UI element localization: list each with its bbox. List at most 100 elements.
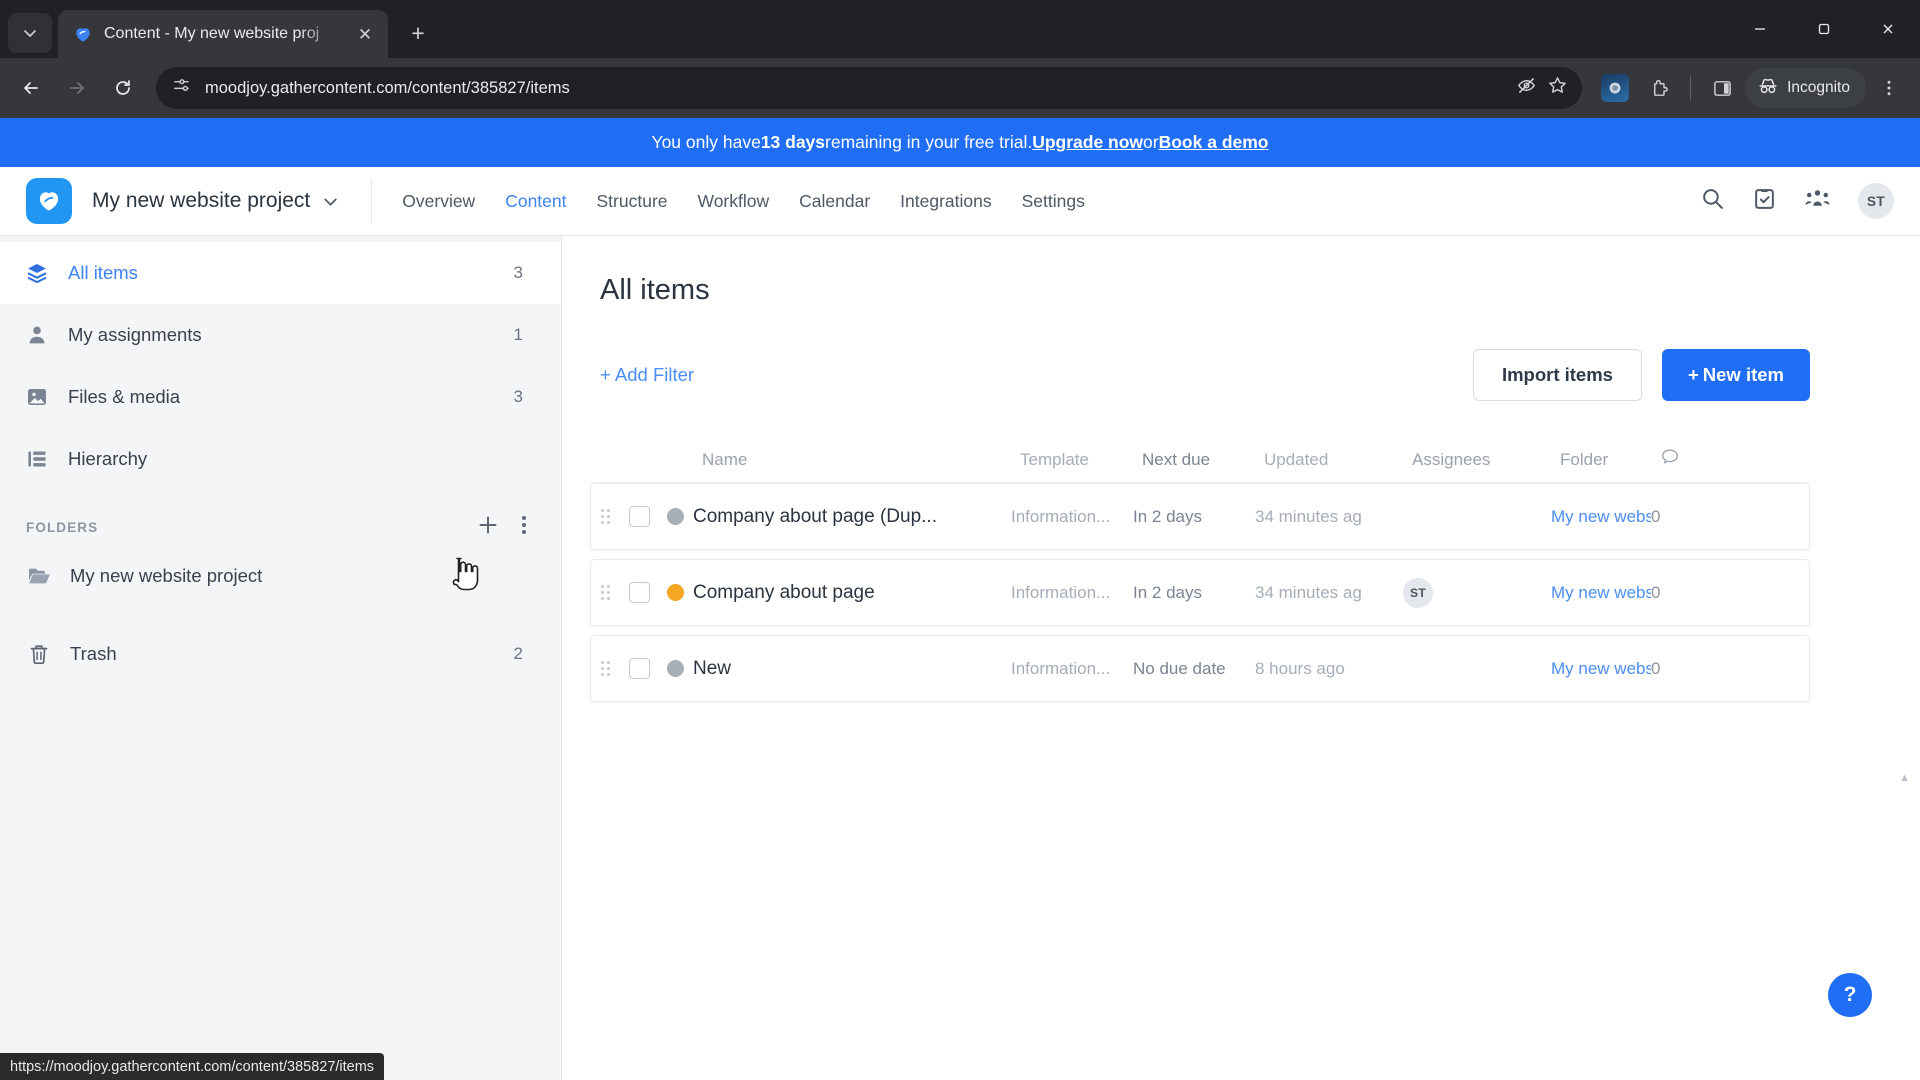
column-header-updated[interactable]: Updated: [1264, 450, 1412, 470]
filter-toolbar: + Add Filter Import items + New item: [600, 349, 1810, 401]
row-checkbox[interactable]: [621, 506, 657, 527]
chevron-down-icon: [322, 193, 339, 210]
assignee-avatar[interactable]: ST: [1403, 578, 1433, 608]
new-item-button[interactable]: + New item: [1662, 349, 1810, 401]
plus-icon: +: [1688, 364, 1699, 386]
import-items-button[interactable]: Import items: [1473, 349, 1642, 401]
nav-integrations[interactable]: Integrations: [900, 191, 991, 212]
site-info-icon[interactable]: [172, 76, 191, 100]
table-row[interactable]: Company about page (Dup... Information..…: [590, 483, 1810, 550]
tab-search-button[interactable]: [8, 13, 52, 53]
nav-overview[interactable]: Overview: [402, 191, 475, 212]
sidebar-count-my-assignments: 1: [514, 325, 523, 345]
page-content: You only have 13 days remaining in your …: [0, 118, 1920, 1080]
column-header-template[interactable]: Template: [1020, 450, 1142, 470]
trash-icon: [26, 641, 52, 667]
trash-label: Trash: [70, 643, 117, 665]
chrome-menu-icon[interactable]: [1868, 67, 1910, 109]
item-comment-count: 0: [1651, 659, 1691, 679]
item-folder-link[interactable]: My new website: [1551, 583, 1651, 603]
drag-handle[interactable]: [591, 585, 621, 601]
item-next-due: In 2 days: [1133, 507, 1255, 527]
user-avatar[interactable]: ST: [1858, 183, 1894, 219]
trial-days: 13 days: [761, 132, 825, 153]
nav-content[interactable]: Content: [505, 191, 566, 212]
nav-calendar[interactable]: Calendar: [799, 191, 870, 212]
sidebar-item-all-items[interactable]: All items 3: [0, 242, 561, 304]
row-checkbox[interactable]: [621, 658, 657, 679]
extension-profile-icon[interactable]: [1594, 67, 1636, 109]
item-name[interactable]: Company about page: [693, 582, 1011, 604]
search-icon[interactable]: [1700, 186, 1725, 216]
scroll-up-arrow[interactable]: ▲: [1899, 772, 1910, 784]
layers-icon: [24, 260, 50, 286]
column-header-comments[interactable]: [1660, 447, 1700, 472]
address-bar[interactable]: moodjoy.gathercontent.com/content/385827…: [156, 67, 1582, 109]
item-folder-link[interactable]: My new website: [1551, 659, 1651, 679]
item-folder-link[interactable]: My new website: [1551, 507, 1651, 527]
add-folder-icon[interactable]: [477, 514, 499, 541]
tab-close-icon[interactable]: ✕: [352, 21, 378, 47]
extensions-icon[interactable]: [1638, 67, 1680, 109]
tab-title: Content - My new website proj: [104, 25, 342, 43]
gathercontent-favicon-icon: [72, 23, 94, 45]
sidebar-item-my-assignments[interactable]: My assignments 1: [0, 304, 561, 366]
url-text: moodjoy.gathercontent.com/content/385827…: [205, 79, 1502, 98]
column-header-next-due[interactable]: Next due: [1142, 450, 1264, 470]
back-button[interactable]: [10, 67, 52, 109]
table-header-row: Name Template Next due Updated Assignees…: [590, 437, 1810, 483]
sidebar-label-hierarchy: Hierarchy: [68, 448, 147, 470]
column-header-name[interactable]: Name: [702, 450, 1020, 470]
sidebar-label-files-media: Files & media: [68, 386, 180, 408]
folders-title: FOLDERS: [26, 520, 98, 535]
item-updated: 34 minutes ag: [1255, 583, 1403, 603]
add-filter-button[interactable]: + Add Filter: [600, 364, 694, 386]
browser-tab[interactable]: Content - My new website proj ✕: [58, 10, 388, 58]
item-name[interactable]: Company about page (Dup...: [693, 506, 1011, 528]
gathercontent-logo-icon[interactable]: [26, 178, 72, 224]
trash-count: 2: [514, 644, 523, 664]
tasks-clipboard-icon[interactable]: [1752, 186, 1777, 216]
item-template: Information...: [1011, 659, 1133, 679]
forward-button[interactable]: [56, 67, 98, 109]
trial-prefix: You only have: [652, 132, 761, 153]
bookmark-star-icon[interactable]: [1547, 75, 1568, 101]
drag-handle[interactable]: [591, 661, 621, 677]
hide-tracking-icon[interactable]: [1516, 75, 1537, 101]
team-people-icon[interactable]: [1804, 186, 1831, 216]
folder-icon: [26, 563, 52, 589]
drag-handle[interactable]: [591, 509, 621, 525]
status-dot: [657, 584, 693, 601]
new-tab-button[interactable]: +: [398, 13, 438, 53]
book-a-demo-link[interactable]: Book a demo: [1159, 132, 1269, 153]
sidebar-item-hierarchy[interactable]: Hierarchy: [0, 428, 561, 490]
project-name: My new website project: [92, 189, 310, 213]
help-button[interactable]: ?: [1828, 973, 1872, 1017]
maximize-button[interactable]: [1792, 0, 1856, 58]
project-switcher[interactable]: My new website project: [92, 189, 339, 213]
table-row[interactable]: New Information... No due date 8 hours a…: [590, 635, 1810, 702]
item-next-due: In 2 days: [1133, 583, 1255, 603]
sidebar-label-my-assignments: My assignments: [68, 324, 202, 346]
incognito-indicator[interactable]: Incognito: [1745, 68, 1866, 108]
nav-workflow[interactable]: Workflow: [698, 191, 770, 212]
table-row[interactable]: Company about page Information... In 2 d…: [590, 559, 1810, 626]
sidebar-item-files-media[interactable]: Files & media 3: [0, 366, 561, 428]
item-name[interactable]: New: [693, 658, 1011, 680]
side-panel-icon[interactable]: [1701, 67, 1743, 109]
row-checkbox[interactable]: [621, 582, 657, 603]
item-next-due: No due date: [1133, 659, 1255, 679]
mouse-cursor: [452, 556, 484, 599]
reload-button[interactable]: [102, 67, 144, 109]
column-header-folder[interactable]: Folder: [1560, 450, 1660, 470]
close-window-button[interactable]: [1856, 0, 1920, 58]
nav-structure[interactable]: Structure: [597, 191, 668, 212]
item-assignees[interactable]: ST: [1403, 578, 1551, 608]
nav-settings[interactable]: Settings: [1022, 191, 1085, 212]
minimize-button[interactable]: [1728, 0, 1792, 58]
column-header-assignees[interactable]: Assignees: [1412, 450, 1560, 470]
upgrade-now-link[interactable]: Upgrade now: [1032, 132, 1143, 153]
folders-more-icon[interactable]: [521, 514, 527, 541]
sidebar-item-trash[interactable]: Trash 2: [0, 626, 561, 682]
app-header: My new website project Overview Content …: [0, 167, 1920, 236]
